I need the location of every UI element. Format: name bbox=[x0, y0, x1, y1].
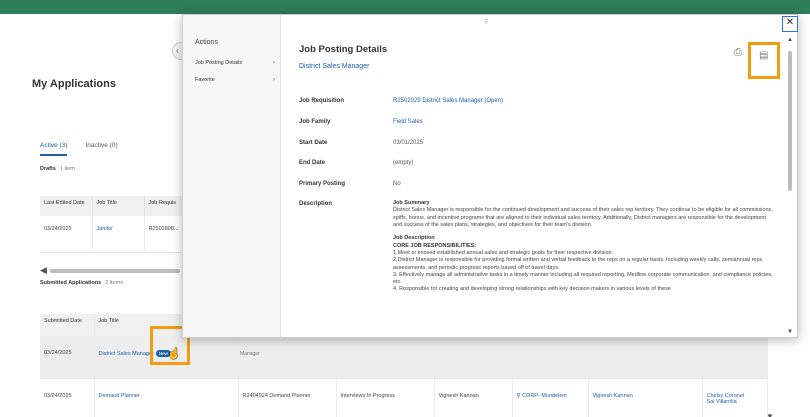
submitted-count: 2 items bbox=[105, 280, 123, 286]
job-family-link[interactable]: Field Sales bbox=[393, 119, 423, 125]
field-label: End Date bbox=[299, 160, 326, 166]
table-row: 03/24/2025 Janitor R2501808... bbox=[40, 216, 185, 253]
field-label: Description bbox=[299, 201, 333, 207]
field-value: No bbox=[393, 181, 401, 187]
truncated-text: Manager bbox=[240, 351, 260, 357]
top-banner bbox=[0, 0, 810, 14]
requisition-cell bbox=[238, 336, 337, 379]
job-title-link[interactable]: District Sales Manager bbox=[299, 63, 369, 70]
responsibility-item: 4. Responsible for creating and developi… bbox=[393, 286, 671, 293]
submitted-section-label: Submitted Applications 2 items bbox=[40, 280, 123, 286]
modal-vertical-scrollbar[interactable]: ▲ ▼ bbox=[785, 37, 795, 337]
column-header[interactable]: Job Requis bbox=[144, 196, 185, 216]
draft-date: 03/24/2025 bbox=[40, 216, 93, 253]
column-header[interactable]: Job Title bbox=[92, 196, 145, 216]
recruiter-cell bbox=[434, 336, 513, 379]
modal-title: Job Posting Details bbox=[299, 44, 388, 55]
page-title: My Applications bbox=[32, 78, 116, 90]
column-header[interactable]: Last Edited Date bbox=[40, 196, 93, 216]
chevron-right-icon: › bbox=[273, 77, 275, 83]
scroll-down-icon[interactable]: ▼ bbox=[766, 412, 774, 417]
other-link[interactable]: Sal Villarrilia bbox=[707, 399, 764, 405]
description-heading: Job Description bbox=[393, 235, 435, 242]
submitted-date: 03/24/2025 bbox=[40, 336, 95, 379]
drafts-label: Drafts bbox=[40, 166, 56, 172]
core-heading: CORE JOB RESPONSIBILITIES: bbox=[393, 242, 477, 249]
drafts-table: Last Edited Date Job Title Job Requis 03… bbox=[40, 196, 185, 253]
scrollbar-thumb[interactable] bbox=[50, 269, 180, 273]
responsibility-item: 3. Effectively manage all administrative… bbox=[393, 271, 773, 286]
recruiter-cell: Vignesh Kannan bbox=[434, 378, 513, 417]
scrollbar-thumb[interactable] bbox=[788, 51, 792, 191]
location-cell[interactable]: ⚲ CORP- Mundelein bbox=[512, 378, 589, 417]
summary-text: District Sales Manager is responsible fo… bbox=[393, 207, 773, 228]
field-label: Job Family bbox=[299, 119, 331, 125]
other-cell bbox=[702, 336, 768, 379]
status-cell bbox=[336, 336, 435, 379]
action-item-job-posting-details[interactable]: Job Posting Details › bbox=[195, 60, 275, 66]
tab-inactive[interactable]: Inactive (0) bbox=[85, 142, 117, 156]
horizontal-scrollbar[interactable]: ◀ bbox=[40, 265, 185, 276]
field-value: (empty) bbox=[393, 160, 414, 166]
drafts-section-label: Drafts 1 item bbox=[40, 166, 75, 172]
field-value: 03/01/2025 bbox=[393, 140, 424, 146]
other-cell[interactable]: Chelsy Coronel Sal Villarrilia bbox=[702, 378, 768, 417]
job-title-link[interactable]: District Sales Manager bbox=[99, 351, 154, 357]
table-header-row: Last Edited Date Job Title Job Requis bbox=[40, 196, 185, 216]
job-description-text: Job Summary District Sales Manager is re… bbox=[393, 200, 775, 294]
chevron-right-icon: › bbox=[273, 60, 275, 66]
tab-bar: Active (3) Inactive (0) bbox=[40, 142, 118, 156]
field-label: Job Requisition bbox=[299, 98, 344, 104]
location-link[interactable]: CORP- Mundelein bbox=[522, 393, 567, 399]
job-requisition-link[interactable]: R2502029 District Sales Manager (Open) bbox=[393, 98, 503, 104]
job-title-link[interactable]: Demand Planner bbox=[94, 378, 239, 417]
summary-heading: Job Summary bbox=[393, 200, 430, 206]
table-row: 03/24/2025 Demand Planner R2404924 Deman… bbox=[40, 378, 768, 417]
contact-cell bbox=[588, 336, 703, 379]
responsibility-item: 1.Meet or exceed established annual sale… bbox=[393, 249, 614, 256]
action-item-favorite[interactable]: Favorite › bbox=[195, 77, 275, 83]
job-details-content: Job Posting Details District Sales Manag… bbox=[299, 15, 779, 337]
field-label: Start Date bbox=[299, 140, 328, 146]
draft-job-title-link[interactable]: Janitor bbox=[92, 216, 145, 253]
close-icon[interactable]: ✕ bbox=[782, 16, 798, 32]
column-header[interactable]: Submitted Date bbox=[40, 314, 95, 336]
scroll-down-icon[interactable]: ▼ bbox=[787, 329, 793, 335]
tab-active[interactable]: Active (3) bbox=[40, 142, 68, 156]
submitted-label: Submitted Applications bbox=[40, 280, 102, 286]
drafts-count: 1 item bbox=[59, 166, 75, 172]
actions-header: Actions bbox=[195, 39, 218, 46]
pointer-cursor-icon: ☝ bbox=[167, 348, 181, 360]
responsibility-item: 2.District Manager is responsible for pr… bbox=[393, 257, 763, 271]
scroll-left-icon[interactable]: ◀ bbox=[40, 265, 47, 276]
job-posting-modal: Actions Job Posting Details › Favorite › ⠿… bbox=[182, 14, 798, 338]
location-cell bbox=[512, 336, 589, 379]
submitted-date: 03/24/2025 bbox=[40, 378, 95, 417]
chevron-left-icon: ‹ bbox=[176, 46, 179, 55]
status-cell: Interviews In Progress bbox=[336, 378, 435, 417]
draft-requisition: R2501808... bbox=[144, 216, 185, 253]
field-label: Primary Posting bbox=[299, 181, 346, 187]
actions-panel: Actions Job Posting Details › Favorite › bbox=[183, 15, 281, 337]
contact-link[interactable]: Vignesh Kannan bbox=[588, 378, 703, 417]
print-icon[interactable]: ⎙ bbox=[734, 47, 742, 58]
action-label: Favorite bbox=[195, 77, 215, 83]
scroll-up-icon[interactable]: ▲ bbox=[787, 37, 793, 43]
requisition-cell: R2404924 Demand Planner bbox=[238, 378, 337, 417]
highlight-box-export bbox=[748, 42, 780, 79]
action-label: Job Posting Details bbox=[195, 60, 243, 66]
